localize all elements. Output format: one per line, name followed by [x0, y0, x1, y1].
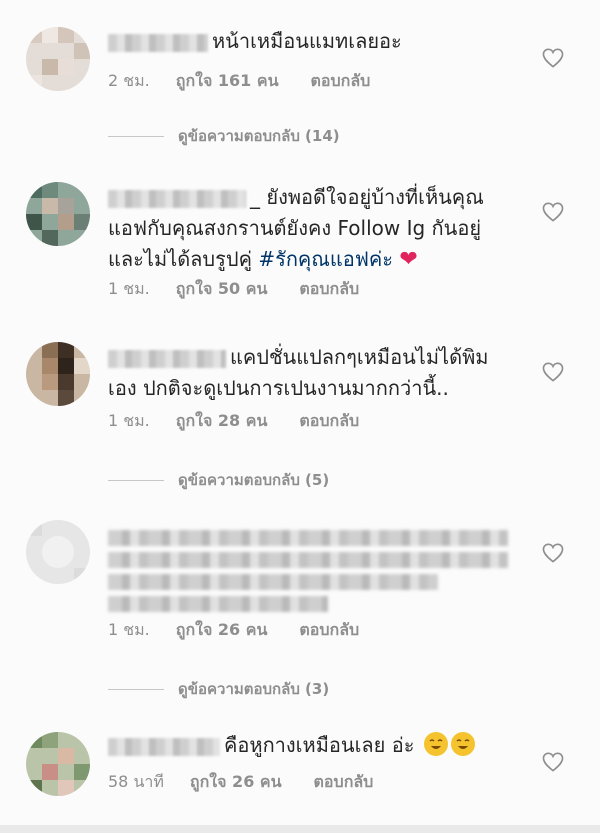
comment-meta: 1 ชม. ถูกใจ 28 คน ตอบกลับ [108, 409, 359, 434]
heart-outline-icon[interactable] [542, 543, 564, 563]
comment-time: 2 ชม. [108, 71, 150, 90]
heart-outline-icon[interactable] [542, 202, 564, 222]
likes-count[interactable]: ถูกใจ 26 คน [176, 618, 268, 643]
comment-meta: 1 ชม. ถูกใจ 26 คน ตอบกลับ [108, 618, 359, 643]
reply-button[interactable]: ตอบกลับ [299, 409, 359, 434]
username-masked[interactable] [108, 737, 220, 756]
avatar[interactable] [26, 520, 90, 584]
heart-outline-icon[interactable] [542, 752, 564, 772]
view-replies-button[interactable]: ดูข้อความตอบกลับ (5) [108, 468, 329, 492]
likes-count[interactable]: ถูกใจ 26 คน [190, 770, 282, 795]
comment-text: _ ยังพอดีใจอยู่บ้างที่เห็นคุณ แอฟกับคุณส… [108, 185, 484, 272]
comment-meta: 58 นาที ถูกใจ 26 คน ตอบกลับ [108, 770, 373, 795]
comment-text-masked [108, 530, 508, 618]
comment-meta: 2 ชม. ถูกใจ 161 คน ตอบกลับ [108, 69, 370, 94]
avatar[interactable] [26, 342, 90, 406]
likes-count[interactable]: ถูกใจ 161 คน [176, 69, 279, 94]
laughing-face-emoji [423, 732, 448, 756]
reply-button[interactable]: ตอบกลับ [314, 770, 374, 795]
username-masked[interactable] [108, 349, 226, 368]
username-masked[interactable] [108, 33, 208, 52]
comment-time: 1 ชม. [108, 279, 150, 298]
divider-line [108, 135, 164, 137]
red-heart-emoji: ❤ [399, 247, 418, 272]
comment-time: 1 ชม. [108, 411, 150, 430]
avatar[interactable] [26, 27, 90, 91]
avatar[interactable] [26, 182, 90, 246]
avatar[interactable] [26, 732, 90, 796]
username-masked[interactable] [108, 189, 246, 208]
comment-text: แคปชั่นแปลกๆเหมือนไม่ได้พิม เอง ปกติจะดู… [108, 345, 489, 400]
likes-count[interactable]: ถูกใจ 28 คน [176, 409, 268, 434]
comment-time: 1 ชม. [108, 620, 150, 639]
view-replies-button[interactable]: ดูข้อความตอบกลับ (3) [108, 677, 329, 701]
laughing-face-emoji [450, 732, 475, 756]
likes-count[interactable]: ถูกใจ 50 คน [176, 277, 268, 302]
heart-outline-icon[interactable] [542, 48, 564, 68]
divider-line [108, 688, 164, 690]
divider-line [108, 479, 164, 481]
comment-time: 58 นาที [108, 772, 164, 791]
view-replies-button[interactable]: ดูข้อความตอบกลับ (14) [108, 124, 340, 148]
reply-button[interactable]: ตอบกลับ [299, 618, 359, 643]
hashtag-link[interactable]: #รักคุณแอฟค่ะ [258, 247, 393, 271]
comment-text: หน้าเหมือนแมทเลยอะ [108, 26, 508, 57]
comment-meta: 1 ชม. ถูกใจ 50 คน ตอบกลับ [108, 277, 359, 302]
reply-button[interactable]: ตอบกลับ [299, 277, 359, 302]
comment-text: คือหูกางเหมือนเลย อ่ะ [108, 730, 508, 761]
heart-outline-icon[interactable] [542, 362, 564, 382]
reply-button[interactable]: ตอบกลับ [311, 69, 371, 94]
bottom-bar-edge [0, 825, 600, 833]
